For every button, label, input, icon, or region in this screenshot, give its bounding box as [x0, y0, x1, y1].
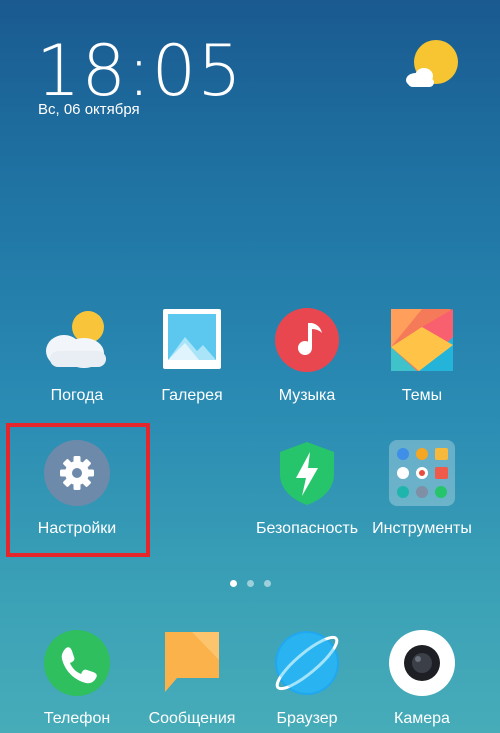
app-messages[interactable]: Сообщения	[136, 630, 248, 728]
messages-icon	[159, 630, 225, 696]
gear-icon	[44, 440, 110, 506]
app-label: Темы	[401, 387, 443, 404]
app-weather[interactable]: Погода	[21, 307, 133, 405]
tools-folder-icon	[389, 440, 455, 506]
app-label: Сообщения	[148, 710, 236, 727]
page-indicator[interactable]	[0, 580, 500, 587]
app-label: Настройки	[37, 520, 117, 537]
clock-time[interactable]: 18:05	[36, 36, 243, 106]
app-browser[interactable]: Браузер	[251, 630, 363, 728]
app-label: Погода	[50, 387, 104, 404]
app-music[interactable]: Музыка	[251, 307, 363, 405]
weather-icon	[44, 307, 110, 373]
page-dot[interactable]	[246, 580, 254, 587]
themes-icon	[389, 307, 455, 373]
app-gallery[interactable]: Галерея	[136, 307, 248, 405]
page-dot[interactable]	[263, 580, 271, 587]
app-label: Безопасность	[255, 520, 359, 537]
app-label: Камера	[394, 710, 450, 727]
browser-icon	[274, 630, 340, 696]
weather-partly-cloudy-icon[interactable]	[402, 38, 466, 94]
app-tools-folder[interactable]: Инструменты	[366, 440, 478, 538]
security-shield-icon	[274, 440, 340, 506]
gallery-icon	[159, 307, 225, 373]
app-label: Инструменты	[372, 520, 472, 537]
app-security[interactable]: Безопасность	[251, 440, 363, 538]
app-label: Музыка	[278, 387, 336, 404]
camera-icon	[389, 630, 455, 696]
app-settings[interactable]: Настройки	[21, 440, 133, 538]
app-label: Телефон	[43, 710, 111, 727]
phone-icon	[44, 630, 110, 696]
app-camera[interactable]: Камера	[366, 630, 478, 728]
music-icon	[274, 307, 340, 373]
page-dot-active[interactable]	[229, 580, 237, 587]
app-phone[interactable]: Телефон	[21, 630, 133, 728]
app-label: Браузер	[276, 710, 338, 727]
app-label: Галерея	[161, 387, 223, 404]
clock-date: Вс, 06 октября	[38, 101, 140, 118]
app-themes[interactable]: Темы	[366, 307, 478, 405]
